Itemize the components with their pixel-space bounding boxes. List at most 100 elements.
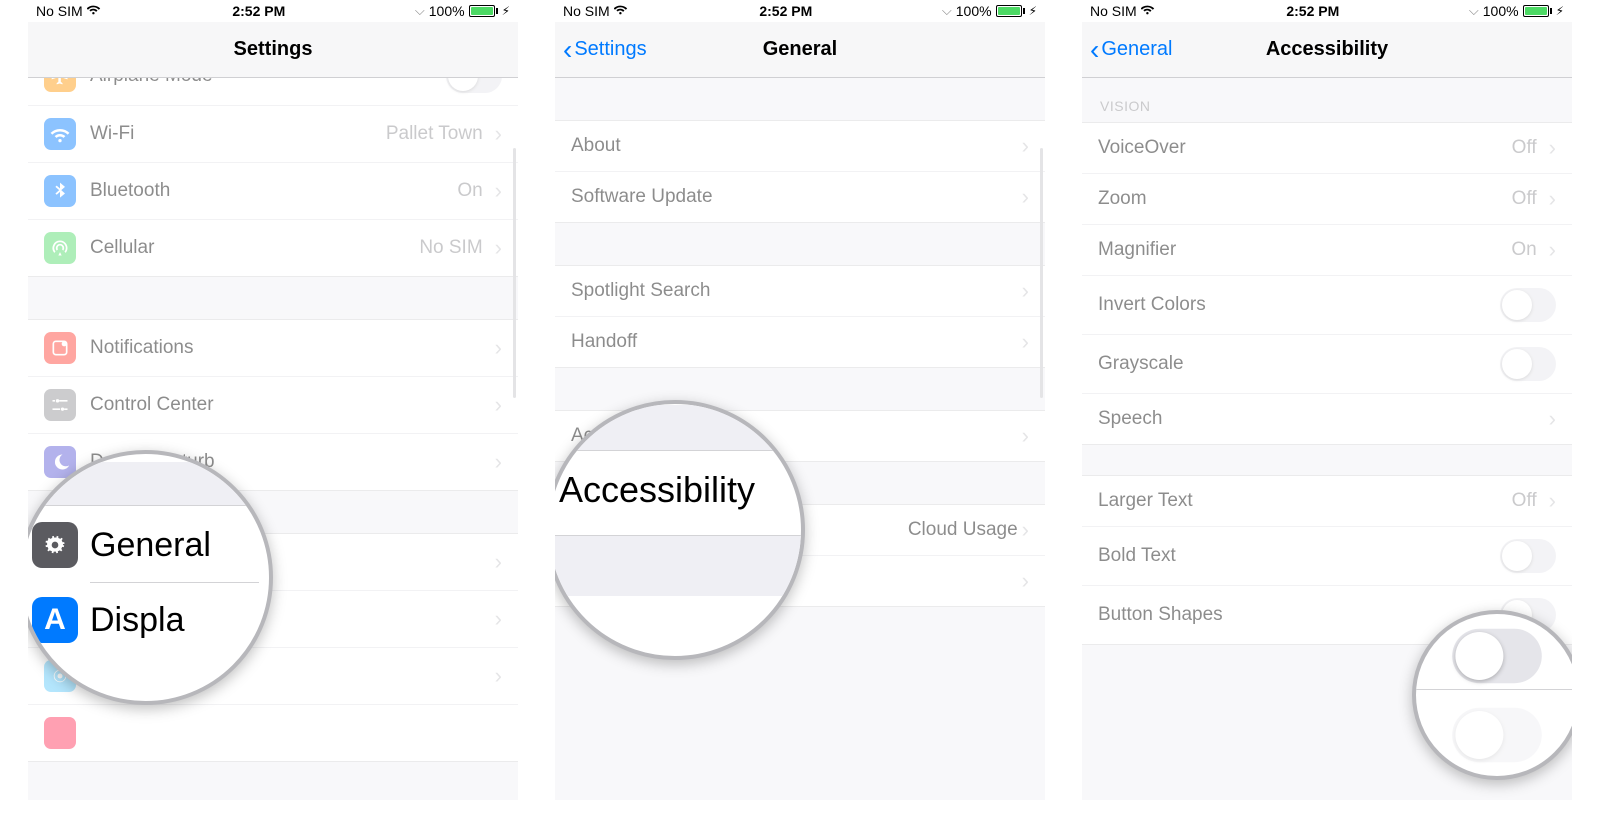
chevron-right-icon: › xyxy=(1549,186,1556,212)
magnified-toggle[interactable] xyxy=(1452,628,1542,682)
back-button[interactable]: ‹ Settings xyxy=(563,22,647,77)
row-label: Zoom xyxy=(1098,188,1512,210)
carrier-label: No SIM xyxy=(36,3,83,19)
cellular-tile-icon xyxy=(44,232,76,264)
row-about[interactable]: About › xyxy=(555,121,1045,172)
row-zoom[interactable]: Zoom Off › xyxy=(1082,174,1572,225)
row-handoff[interactable]: Handoff › xyxy=(555,317,1045,367)
row-invert-colors[interactable]: Invert Colors xyxy=(1082,276,1572,335)
back-label: General xyxy=(1101,38,1172,61)
battery-pct: 100% xyxy=(1483,3,1519,19)
clock: 2:52 PM xyxy=(232,3,285,19)
chevron-right-icon: › xyxy=(495,178,502,204)
chevron-right-icon: › xyxy=(1022,568,1029,594)
chevron-right-icon: › xyxy=(1022,423,1029,449)
row-label: Grayscale xyxy=(1098,353,1500,375)
row-airplane-mode[interactable]: Airplane Mode xyxy=(28,78,518,106)
bluetooth-icon: ⌵ xyxy=(415,3,425,19)
row-value: Off xyxy=(1512,188,1537,210)
row-control-center[interactable]: Control Center › xyxy=(28,377,518,434)
phone-accessibility: No SIM 2:52 PM ⌵ 100% ⚡︎ ‹ General Acces… xyxy=(1082,0,1572,800)
row-cellular[interactable]: Cellular No SIM › xyxy=(28,220,518,276)
row-bluetooth[interactable]: Bluetooth On › xyxy=(28,163,518,220)
row-label: Speech xyxy=(1098,408,1545,430)
battery-icon xyxy=(1523,5,1552,17)
row-value: Off xyxy=(1512,490,1537,512)
magnifier-accessibility: Accessibility xyxy=(555,400,805,660)
wifi-tile-icon xyxy=(44,118,76,150)
chevron-right-icon: › xyxy=(495,392,502,418)
chevron-right-icon: › xyxy=(495,335,502,361)
row-label: Spotlight Search xyxy=(571,280,1018,302)
carrier-label: No SIM xyxy=(563,3,610,19)
phone-general: No SIM 2:52 PM ⌵ 100% ⚡︎ ‹ Settings Gene… xyxy=(555,0,1045,800)
row-label: Notifications xyxy=(90,337,491,359)
chevron-right-icon: › xyxy=(495,549,502,575)
magnifier-general: General A Displa xyxy=(28,450,273,705)
chevron-right-icon: › xyxy=(1022,133,1029,159)
row-value: On xyxy=(457,180,482,202)
chevron-right-icon: › xyxy=(1549,135,1556,161)
bluetooth-tile-icon xyxy=(44,175,76,207)
magnifier-toggle xyxy=(1412,610,1572,780)
chevron-right-icon: › xyxy=(1022,517,1029,543)
nav-title: General xyxy=(763,38,837,61)
row-value: Off xyxy=(1512,137,1537,159)
row-label: Cellular xyxy=(90,237,419,259)
row-grayscale[interactable]: Grayscale xyxy=(1082,335,1572,394)
battery-icon xyxy=(469,5,498,17)
scrollbar[interactable] xyxy=(1040,148,1043,398)
clock: 2:52 PM xyxy=(759,3,812,19)
scrollbar[interactable] xyxy=(513,148,516,398)
nav-title: Accessibility xyxy=(1266,38,1388,61)
row-label: Handoff xyxy=(571,331,1018,353)
chevron-right-icon: › xyxy=(1022,184,1029,210)
bluetooth-icon: ⌵ xyxy=(942,3,952,19)
grayscale-toggle[interactable] xyxy=(1500,347,1556,381)
sounds-tile-icon xyxy=(44,717,76,749)
row-magnifier[interactable]: Magnifier On › xyxy=(1082,225,1572,276)
row-larger-text[interactable]: Larger Text Off › xyxy=(1082,476,1572,527)
nav-bar: Settings xyxy=(28,22,518,78)
row-label: Bluetooth xyxy=(90,180,457,202)
row-label: Wi-Fi xyxy=(90,123,386,145)
row-label: Larger Text xyxy=(1098,490,1512,512)
battery-icon xyxy=(996,5,1025,17)
chevron-right-icon: › xyxy=(495,449,502,475)
chevron-left-icon: ‹ xyxy=(1090,36,1099,64)
charging-icon: ⚡︎ xyxy=(502,4,510,18)
row-notifications[interactable]: Notifications › xyxy=(28,320,518,377)
chevron-right-icon: › xyxy=(495,663,502,689)
nav-bar: ‹ General Accessibility xyxy=(1082,22,1572,78)
back-button[interactable]: ‹ General xyxy=(1090,22,1172,77)
back-label: Settings xyxy=(574,38,646,61)
chevron-left-icon: ‹ xyxy=(563,36,572,64)
row-sounds-partial[interactable] xyxy=(28,705,518,761)
row-speech[interactable]: Speech › xyxy=(1082,394,1572,444)
row-spotlight[interactable]: Spotlight Search › xyxy=(555,266,1045,317)
chevron-right-icon: › xyxy=(1549,488,1556,514)
row-software-update[interactable]: Software Update › xyxy=(555,172,1045,222)
bold-text-toggle[interactable] xyxy=(1500,539,1556,573)
notifications-tile-icon xyxy=(44,332,76,364)
magnifier-label: Accessibility xyxy=(559,469,755,511)
row-label: Button Shapes xyxy=(1098,604,1500,626)
battery-pct: 100% xyxy=(956,3,992,19)
chevron-right-icon: › xyxy=(1549,406,1556,432)
magnified-toggle-2[interactable] xyxy=(1452,707,1542,761)
row-label: Bold Text xyxy=(1098,545,1500,567)
control-center-tile-icon xyxy=(44,389,76,421)
general-tile-icon xyxy=(32,522,78,568)
status-bar: No SIM 2:52 PM ⌵ 100% ⚡︎ xyxy=(28,0,518,22)
invert-toggle[interactable] xyxy=(1500,288,1556,322)
battery-pct: 100% xyxy=(429,3,465,19)
row-wifi[interactable]: Wi-Fi Pallet Town › xyxy=(28,106,518,163)
row-bold-text[interactable]: Bold Text xyxy=(1082,527,1572,586)
phone-settings: No SIM 2:52 PM ⌵ 100% ⚡︎ Settings Airpla… xyxy=(28,0,518,800)
row-label: VoiceOver xyxy=(1098,137,1512,159)
airplane-toggle[interactable] xyxy=(446,78,502,93)
row-value: No SIM xyxy=(419,237,482,259)
row-voiceover[interactable]: VoiceOver Off › xyxy=(1082,123,1572,174)
nav-title: Settings xyxy=(234,38,313,61)
wifi-icon xyxy=(87,3,103,19)
